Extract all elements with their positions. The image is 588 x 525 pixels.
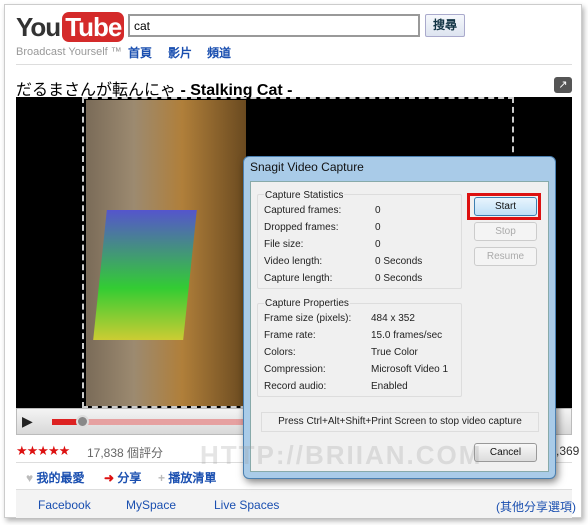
- share-facebook[interactable]: Facebook: [38, 498, 91, 512]
- stat-value: 0 Seconds: [375, 256, 423, 267]
- search-button[interactable]: 搜尋: [425, 14, 465, 37]
- stat-value: 0 Seconds: [375, 273, 423, 284]
- nav-videos[interactable]: 影片: [168, 44, 192, 61]
- stats-label: Capture Statistics: [264, 190, 345, 201]
- stop-button[interactable]: Stop: [474, 222, 537, 241]
- stat-label: Compression:: [264, 364, 326, 375]
- share-myspace[interactable]: MySpace: [126, 498, 176, 512]
- stat-label: Colors:: [264, 347, 296, 358]
- search-input[interactable]: cat: [128, 14, 420, 37]
- nav-home[interactable]: 首頁: [128, 44, 152, 61]
- hotkey-hint: Press Ctrl+Alt+Shift+Print Screen to sto…: [261, 412, 539, 432]
- stat-label: File size:: [264, 239, 304, 250]
- share-button[interactable]: ➜ 分享: [104, 469, 141, 486]
- stat-value: 0: [375, 239, 381, 250]
- stat-value: 484 x 352: [371, 313, 415, 324]
- stat-label: Frame rate:: [264, 330, 316, 341]
- stat-value: Enabled: [371, 381, 408, 392]
- stat-label: Record audio:: [264, 381, 327, 392]
- stat-label: Video length:: [264, 256, 323, 267]
- watermark: HTTP://BRIIAN.COM: [200, 440, 483, 470]
- logo-tube: Tube: [62, 12, 125, 42]
- favorite-button[interactable]: ♥ 我的最愛: [26, 469, 84, 486]
- share-label: 分享: [117, 471, 142, 485]
- stat-value: True Color: [371, 347, 418, 358]
- dialog-title: Snagit Video Capture: [250, 160, 364, 174]
- progress-handle[interactable]: [76, 415, 89, 428]
- favorite-label: 我的最愛: [36, 471, 85, 485]
- share-live-spaces[interactable]: Live Spaces: [214, 498, 279, 512]
- rating-stars[interactable]: ★★★★★: [16, 443, 70, 459]
- props-label: Capture Properties: [264, 298, 350, 309]
- stat-label: Captured frames:: [264, 205, 342, 216]
- stat-value: 0: [375, 222, 381, 233]
- youtube-logo[interactable]: You Tube: [16, 12, 125, 43]
- playlist-button[interactable]: + 播放清單: [158, 469, 216, 486]
- divider: [16, 64, 572, 65]
- stat-value: Microsoft Video 1: [371, 364, 449, 375]
- share-row: [16, 490, 572, 518]
- tagline: Broadcast Yourself ™: [16, 46, 122, 58]
- view-count: ,369: [556, 444, 580, 458]
- stat-value: 0: [375, 205, 381, 216]
- playlist-label: 播放清單: [168, 471, 217, 485]
- resume-button[interactable]: Resume: [474, 247, 537, 266]
- cancel-button[interactable]: Cancel: [474, 443, 537, 462]
- stat-value: 15.0 frames/sec: [371, 330, 443, 341]
- arrow-icon: ➜: [104, 471, 115, 485]
- stat-label: Capture length:: [264, 273, 333, 284]
- rating-count: 17,838 個評分: [87, 446, 164, 460]
- plus-icon: +: [158, 471, 166, 485]
- highlight-box: [467, 193, 541, 220]
- share-more-options[interactable]: (其他分享選項): [496, 498, 576, 515]
- nav-channels[interactable]: 頻道: [207, 44, 231, 61]
- stat-label: Dropped frames:: [264, 222, 339, 233]
- heart-icon: ♥: [26, 471, 34, 485]
- play-icon[interactable]: ▶: [22, 413, 33, 430]
- popout-icon[interactable]: ↗: [554, 77, 572, 93]
- logo-you: You: [16, 12, 61, 42]
- stat-label: Frame size (pixels):: [264, 313, 352, 324]
